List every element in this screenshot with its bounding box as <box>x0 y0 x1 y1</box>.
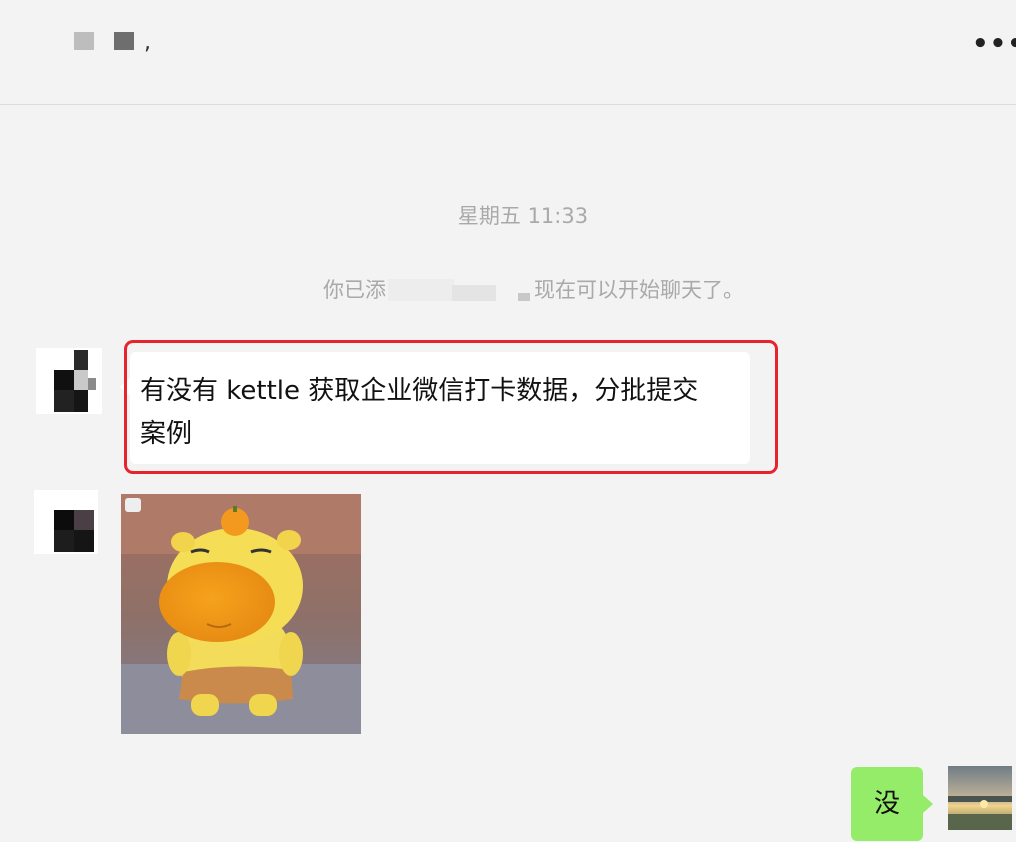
incoming-message-bubble[interactable]: 有没有 kettle 获取企业微信打卡数据，分批提交 案例 <box>120 352 750 464</box>
system-message-suffix: 现在可以开始聊天了。 <box>534 278 744 302</box>
message-text: 没 <box>873 789 900 819</box>
chat-header: , ••• <box>0 0 1016 105</box>
contact-avatar[interactable] <box>34 490 98 554</box>
contact-avatar[interactable] <box>36 348 102 414</box>
outgoing-message-bubble[interactable]: 没 <box>851 767 933 841</box>
system-message: 你已添 现在可以开始聊天了。 <box>323 274 744 304</box>
system-message-prefix: 你已添 <box>323 278 386 302</box>
chat-title-suffix: , <box>144 30 151 55</box>
redaction-block <box>114 32 134 50</box>
message-timestamp: 星期五 11:33 <box>457 204 589 228</box>
sticker-image[interactable] <box>121 494 361 734</box>
more-options-button[interactable]: ••• <box>972 30 1016 58</box>
redacted-name <box>386 279 534 303</box>
my-avatar[interactable] <box>948 766 1012 830</box>
redaction-block <box>74 32 94 50</box>
message-text-line: 有没有 kettle 获取企业微信打卡数据，分批提交 <box>140 376 699 406</box>
message-text-line: 案例 <box>140 419 193 449</box>
